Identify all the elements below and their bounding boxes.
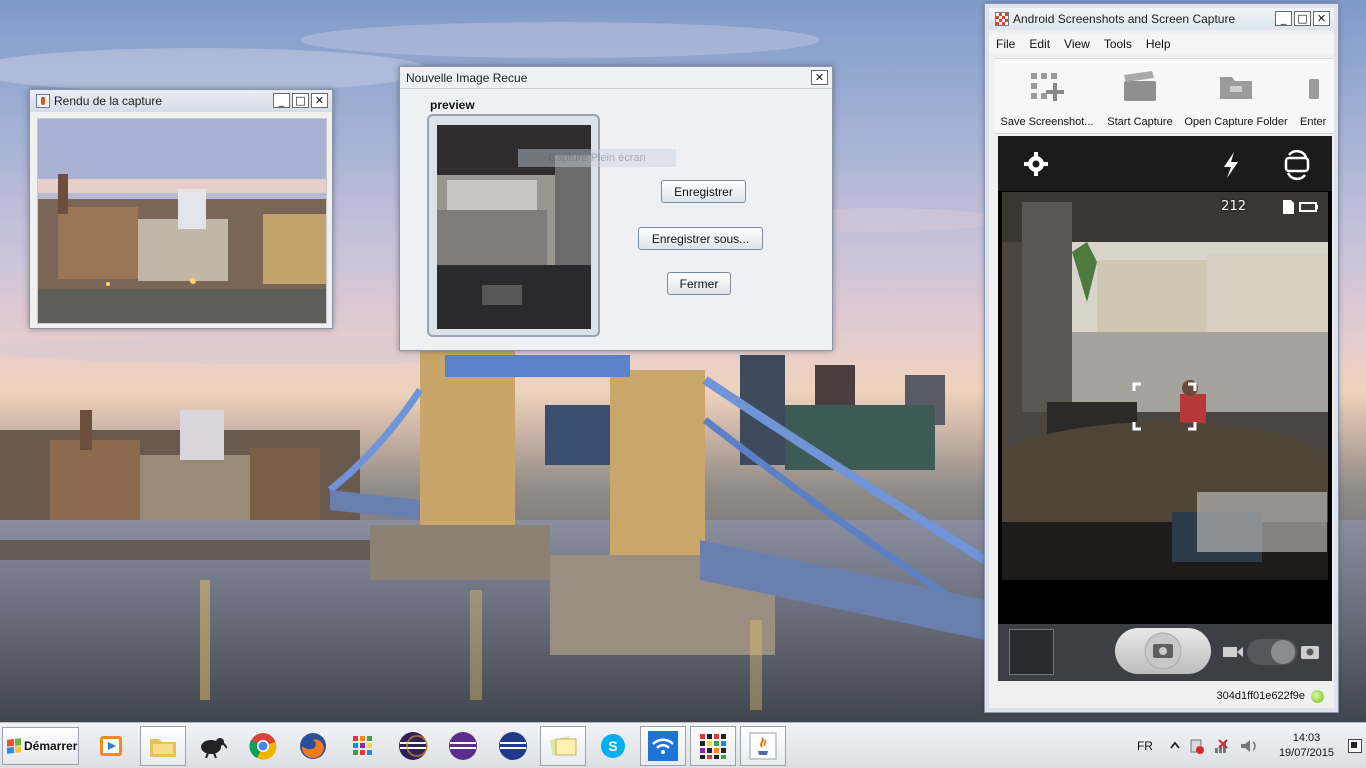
dialog-title: Nouvelle Image Recue xyxy=(406,70,528,85)
rendu-title: Rendu de la capture xyxy=(54,94,163,108)
new-image-dialog[interactable]: Nouvelle Image Recue ✕ preview Capture P… xyxy=(399,66,833,351)
battery-icon xyxy=(1299,202,1318,212)
network-error-icon[interactable] xyxy=(1214,739,1228,753)
start-label: Démarrer xyxy=(24,739,78,753)
kiwi-icon[interactable] xyxy=(190,726,236,766)
menu-help[interactable]: Help xyxy=(1146,37,1171,51)
video-icon[interactable] xyxy=(1223,647,1243,657)
svg-text:S: S xyxy=(608,738,617,754)
start-capture-button[interactable]: Start Capture xyxy=(1099,59,1181,133)
close-button[interactable]: ✕ xyxy=(1313,11,1330,26)
media-player-icon[interactable] xyxy=(88,726,134,766)
camera-top-bar xyxy=(998,136,1332,191)
status-bar: 304d1ff01e622f9e xyxy=(989,685,1334,707)
firefox-icon[interactable] xyxy=(290,726,336,766)
capture-thumbnail xyxy=(38,119,326,323)
palette-icon[interactable] xyxy=(690,726,736,766)
file-explorer-icon[interactable] xyxy=(140,726,186,766)
ghost-tooltip: Capture Plein écran xyxy=(518,149,676,167)
sd-card-icon xyxy=(1283,200,1294,214)
toolbar: Save Screenshot... Start Capture Open Ca… xyxy=(995,58,1334,134)
chrome-icon[interactable] xyxy=(240,726,286,766)
preview-label: preview xyxy=(430,98,475,112)
clock-date: 19/07/2015 xyxy=(1278,747,1334,759)
taskbar: Démarrer S FR 14:03 19/07/2015 xyxy=(0,722,1366,768)
save-screenshot-button[interactable]: Save Screenshot... xyxy=(995,59,1099,133)
close-button[interactable]: ✕ xyxy=(311,93,328,108)
preview-panel xyxy=(427,114,600,337)
shots-remaining: 212 xyxy=(1221,199,1246,214)
eclipse-blue-icon[interactable] xyxy=(490,726,536,766)
eclipse-purple-icon[interactable] xyxy=(440,726,486,766)
save-as-button[interactable]: Enregistrer sous... xyxy=(638,227,763,250)
camera-viewfinder[interactable]: 212 xyxy=(1002,192,1328,580)
dialog-close-button[interactable]: ✕ xyxy=(811,70,828,85)
rendu-titlebar[interactable]: Rendu de la capture _ □ ✕ xyxy=(30,90,332,112)
open-capture-folder-button[interactable]: Open Capture Folder xyxy=(1181,59,1291,133)
save-screenshot-icon xyxy=(1031,73,1064,101)
clock[interactable]: 14:03 19/07/2015 xyxy=(1279,731,1334,761)
mode-toggle[interactable] xyxy=(1247,639,1297,665)
minimize-button[interactable]: _ xyxy=(1275,11,1292,26)
system-tray: FR 14:03 19/07/2015 xyxy=(1137,723,1366,768)
enter-button[interactable]: Enter xyxy=(1291,59,1334,133)
flag-error-icon[interactable] xyxy=(1190,739,1204,754)
save-button[interactable]: Enregistrer xyxy=(661,180,746,203)
dialog-titlebar[interactable]: Nouvelle Image Recue ✕ xyxy=(400,67,832,89)
gear-icon[interactable] xyxy=(1024,152,1048,176)
java-icon[interactable] xyxy=(740,726,786,766)
camera-controls xyxy=(998,624,1332,681)
clapperboard-icon xyxy=(1124,71,1156,101)
shutter-button[interactable] xyxy=(1115,628,1211,674)
start-button[interactable]: Démarrer xyxy=(2,727,79,765)
android-titlebar[interactable]: Android Screenshots and Screen Capture _… xyxy=(989,8,1334,30)
flash-icon[interactable] xyxy=(1224,152,1238,178)
enter-label: Enter xyxy=(1300,116,1327,128)
menu-file[interactable]: File xyxy=(996,37,1015,51)
android-title: Android Screenshots and Screen Capture xyxy=(1013,12,1236,26)
save-screenshot-label: Save Screenshot... xyxy=(1000,116,1094,128)
maximize-button[interactable]: □ xyxy=(292,93,309,108)
switch-camera-icon[interactable] xyxy=(1284,149,1310,181)
menu-tools[interactable]: Tools xyxy=(1104,37,1132,51)
camera-mode-icon[interactable] xyxy=(1301,646,1319,659)
clock-time: 14:03 xyxy=(1292,732,1321,744)
language-indicator[interactable]: FR xyxy=(1137,739,1153,753)
capture-render-image xyxy=(37,118,327,324)
windows-logo-icon xyxy=(7,738,21,754)
wifi-icon[interactable] xyxy=(640,726,686,766)
connection-status-icon xyxy=(1311,689,1324,703)
start-capture-label: Start Capture xyxy=(1107,116,1173,128)
phone-screen[interactable]: 212 xyxy=(998,136,1332,681)
app-logo-icon xyxy=(995,12,1009,26)
show-hidden-icons-icon[interactable] xyxy=(1170,741,1180,749)
maximize-button[interactable]: □ xyxy=(1294,11,1311,26)
camera-icon xyxy=(1144,632,1182,670)
close-dialog-button[interactable]: Fermer xyxy=(667,272,731,295)
gallery-thumbnail[interactable] xyxy=(1009,629,1054,675)
volume-icon[interactable] xyxy=(1240,740,1256,752)
apps-grid-icon[interactable] xyxy=(340,726,386,766)
notification-icon[interactable] xyxy=(1348,739,1362,753)
rendu-window[interactable]: Rendu de la capture _ □ ✕ xyxy=(29,89,333,329)
menu-view[interactable]: View xyxy=(1064,37,1090,51)
open-capture-folder-label: Open Capture Folder xyxy=(1184,116,1288,128)
image-viewer-icon[interactable] xyxy=(540,726,586,766)
java-icon xyxy=(36,94,50,108)
menu-bar: File Edit View Tools Help xyxy=(989,34,1334,54)
eclipse-icon[interactable] xyxy=(390,726,436,766)
device-id: 304d1ff01e622f9e xyxy=(1216,690,1306,702)
minimize-button[interactable]: _ xyxy=(273,93,290,108)
skype-icon[interactable]: S xyxy=(590,726,636,766)
tray-icons xyxy=(1170,739,1256,754)
menu-edit[interactable]: Edit xyxy=(1029,37,1050,51)
android-screenshots-window[interactable]: Android Screenshots and Screen Capture _… xyxy=(984,3,1339,713)
enter-icon xyxy=(1309,79,1319,99)
folder-icon xyxy=(1220,77,1252,99)
